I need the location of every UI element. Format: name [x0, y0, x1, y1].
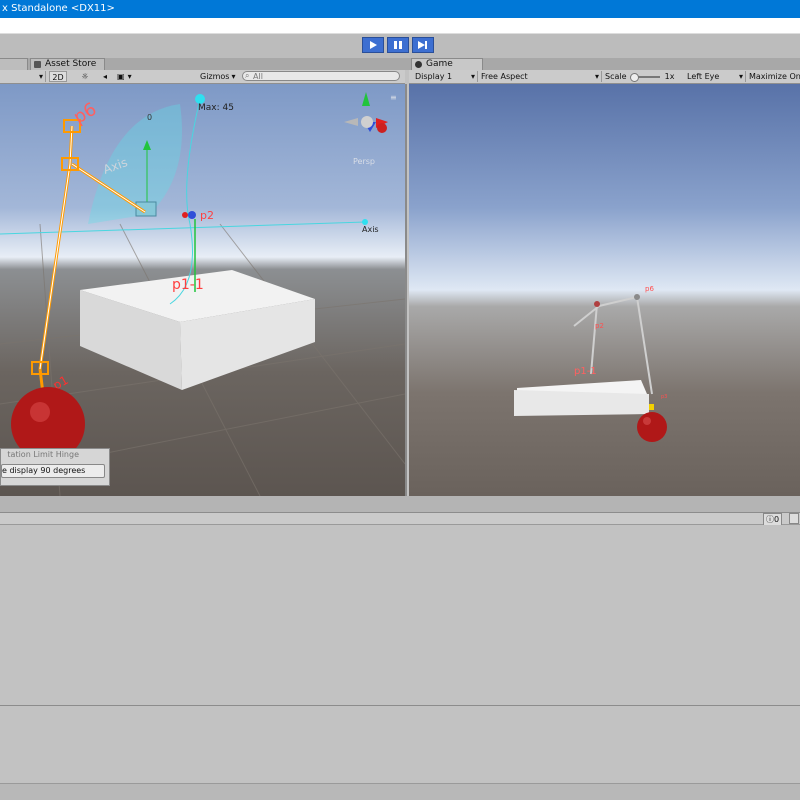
game-sphere-highlight	[643, 417, 651, 425]
scale-slider[interactable]	[630, 72, 661, 82]
game-joint-2	[634, 294, 640, 300]
2d-toggle[interactable]: 2D	[49, 71, 67, 82]
pause-button[interactable]	[387, 37, 409, 53]
game-p2-label: p2	[595, 322, 604, 330]
hinge-panel-title: tation Limit Hinge	[7, 450, 79, 459]
game-node-label: p1-1	[574, 366, 597, 377]
display-label: Display 1	[415, 72, 453, 81]
scene-toolbar: ▾ 2D ☼ ◂ ▣ ▾ Gizmos ▾ ⌕ All	[0, 70, 405, 84]
axis-label: Axis	[362, 225, 379, 234]
step-icon	[418, 41, 427, 49]
tab-game-label: Game	[426, 59, 453, 69]
info-icon: ⓘ	[766, 515, 774, 524]
speaker-icon: ◂	[102, 72, 107, 81]
persp-label: Persp	[353, 157, 375, 166]
game-p6-label: p6	[645, 285, 654, 293]
hinge-panel: tation Limit Hinge e display 90 degrees	[0, 448, 110, 486]
orientation-gizmo[interactable]	[344, 92, 388, 133]
scene-search-input[interactable]: ⌕ All	[242, 71, 400, 81]
game-icon	[415, 61, 422, 68]
game-chain	[573, 296, 653, 395]
lower-bar	[0, 496, 800, 512]
game-view[interactable]: p6 p1-1 p2 p3	[409, 84, 800, 496]
console-panel[interactable]	[0, 525, 800, 705]
tab-asset-store-label: Asset Store	[45, 59, 97, 69]
game-hook	[649, 404, 654, 410]
console-header: ⓘ0	[0, 512, 800, 526]
bag-icon	[34, 61, 41, 68]
tab-scene[interactable]	[0, 58, 28, 70]
min-label: 0	[147, 113, 152, 122]
warning-toggle[interactable]	[789, 513, 799, 524]
game-red-sphere	[637, 412, 667, 442]
sun-icon: ☼	[81, 72, 89, 81]
shading-dropdown[interactable]: ▾	[0, 71, 46, 82]
panel-divider	[0, 705, 800, 706]
max-label: Max: 45	[198, 103, 234, 113]
axis-line	[0, 221, 366, 235]
info-count-value: 0	[774, 515, 780, 524]
scene-view[interactable]: Max: 45 0 Axis p1-1 p6 Axis p2 p1 Persp …	[0, 84, 407, 496]
pause-icon	[394, 41, 402, 49]
search-value: All	[253, 72, 263, 81]
game-platform	[514, 380, 649, 416]
p2-label: p2	[200, 209, 214, 222]
scale-value: 1x	[664, 72, 675, 81]
eye-dropdown[interactable]: Left Eye ▾	[687, 71, 746, 82]
maximize-label: Maximize On	[749, 72, 800, 81]
tab-row: Asset Store Game	[0, 58, 800, 70]
display-dropdown[interactable]: Display 1 ▾	[415, 71, 478, 82]
gizmo-menu-icon[interactable]: ≡	[390, 93, 397, 102]
game-toolbar: Display 1 ▾ Free Aspect ▾ Scale 1x Left Ey…	[409, 70, 800, 84]
aspect-label: Free Aspect	[481, 72, 528, 81]
hinge-display-button[interactable]: e display 90 degrees	[1, 464, 105, 478]
status-strip	[0, 783, 800, 800]
game-p3-label: p3	[661, 394, 667, 400]
play-button[interactable]	[362, 37, 384, 53]
gizmos-dropdown[interactable]: Gizmos ▾	[200, 71, 238, 82]
tab-asset-store[interactable]: Asset Store	[30, 58, 105, 70]
effects-dropdown[interactable]: ▣ ▾	[117, 71, 141, 82]
game-joint-1	[594, 301, 600, 307]
gizmos-label: Gizmos	[200, 72, 230, 81]
lighting-toggle[interactable]: ☼	[78, 71, 92, 82]
audio-toggle[interactable]: ◂	[98, 71, 112, 82]
node-label: p1-1	[172, 277, 204, 293]
aspect-dropdown[interactable]: Free Aspect ▾	[481, 71, 602, 82]
maximize-on-play-toggle[interactable]: Maximize On	[749, 71, 800, 82]
sphere-highlight	[30, 402, 50, 422]
scale-label: Scale	[605, 72, 627, 81]
play-icon	[370, 41, 377, 49]
search-icon: ⌕	[245, 71, 250, 80]
x-axis-handle-blue[interactable]	[188, 211, 196, 219]
eye-label: Left Eye	[687, 72, 720, 81]
image-icon: ▣	[117, 72, 125, 81]
menu-bar	[0, 18, 800, 34]
x-axis-handle-red[interactable]	[182, 212, 188, 218]
scale-control[interactable]: Scale 1x	[605, 71, 685, 82]
game-canvas[interactable]: p6 p1-1 p2 p3	[409, 84, 800, 496]
p6-label: p6	[70, 99, 100, 129]
main-toolbar	[0, 34, 800, 58]
window-titlebar: x Standalone <DX11>	[0, 0, 800, 18]
scene-canvas[interactable]: Max: 45 0 Axis p1-1 p6 Axis p2 p1 Persp …	[0, 84, 405, 496]
window-title: x Standalone <DX11>	[2, 3, 115, 14]
tab-game[interactable]: Game	[411, 58, 483, 70]
step-button[interactable]	[412, 37, 434, 53]
